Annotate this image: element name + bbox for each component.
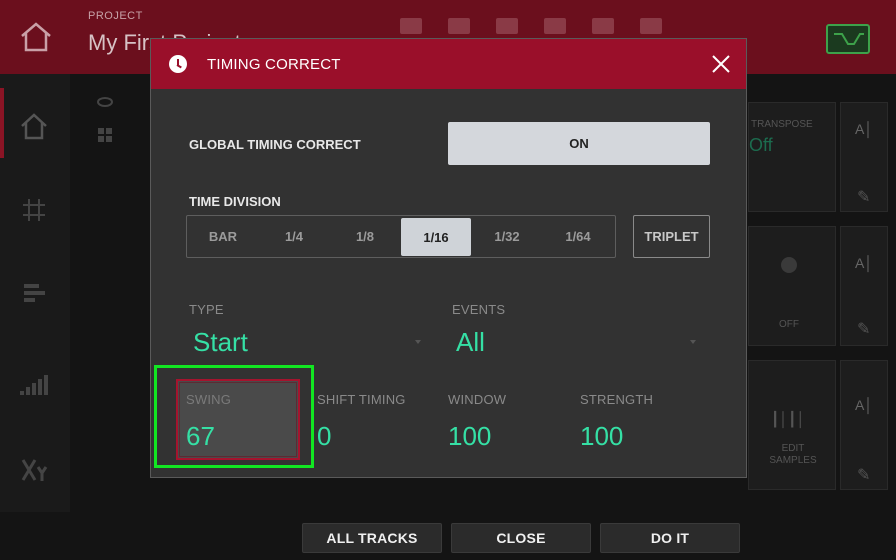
folder-icon[interactable] [400,18,422,34]
pencil-icon[interactable]: ✎ [857,465,870,485]
division-1-8[interactable]: 1/8 [330,216,400,257]
top-toolbar-icons [400,18,662,34]
nav-home-icon[interactable] [8,86,60,166]
transpose-value: Off [749,135,773,155]
shift-timing-label: SHIFT TIMING [317,392,406,407]
triplet-button[interactable]: TRIPLET [633,215,710,258]
toolbar-icon-3[interactable] [544,18,566,34]
text-edit-panel-3[interactable]: A│ ✎ [840,360,888,490]
monitor-icon[interactable] [826,24,870,54]
edit-samples-panel[interactable]: ┃│┃│ EDIT SAMPLES [748,360,836,490]
time-division-label: TIME DIVISION [189,194,281,209]
all-tracks-button[interactable]: ALL TRACKS [302,523,442,553]
off-label: OFF [779,319,799,330]
pencil-icon[interactable]: ✎ [857,187,870,207]
home-icon[interactable] [18,20,54,54]
edit-samples-label: EDIT SAMPLES [769,443,817,466]
global-timing-correct-label: GLOBAL TIMING CORRECT [189,137,361,152]
text-size-icon: A│ [855,397,874,413]
window-label: WINDOW [448,392,507,407]
view-toggle-icons [88,90,122,150]
strength-value[interactable]: 100 [580,421,623,452]
close-icon[interactable] [709,53,733,75]
toolbar-icon-1[interactable] [448,18,470,34]
dialog-header: TIMING CORRECT [151,39,746,89]
nav-accent-bar [0,88,4,158]
waveform-icon: ┃│┃│ [771,411,806,427]
pencil-icon[interactable]: ✎ [857,319,870,339]
nav-list-icon[interactable] [8,254,60,334]
close-button[interactable]: CLOSE [451,523,591,553]
type-label: TYPE [189,302,224,317]
division-1-64[interactable]: 1/64 [543,216,613,257]
off-panel[interactable]: OFF [748,226,836,346]
right-panel: TRANSPOSE Off A│ ✎ OFF A│ ✎ ┃│┃│ EDIT SA… [748,90,896,510]
toolbar-icon-2[interactable] [496,18,518,34]
type-value[interactable]: Start [193,327,248,358]
swing-highlight [154,365,314,468]
events-value[interactable]: All [456,327,485,358]
global-timing-correct-toggle[interactable]: ON [448,122,710,165]
shift-timing-value[interactable]: 0 [317,421,331,452]
text-size-icon: A│ [855,255,874,271]
dialog-title: TIMING CORRECT [207,56,341,73]
knob-icon[interactable] [781,257,797,273]
division-1-16[interactable]: 1/16 [401,218,471,256]
time-division-selector: BAR 1/4 1/8 1/16 1/32 1/64 [186,215,616,258]
strength-label: STRENGTH [580,392,654,407]
nav-grid-icon[interactable] [8,170,60,250]
events-label: EVENTS [452,302,506,317]
division-1-4[interactable]: 1/4 [259,216,329,257]
do-it-button[interactable]: DO IT [600,523,740,553]
events-dropdown-icon[interactable] [690,340,696,344]
division-bar[interactable]: BAR [188,216,258,257]
nav-bars-icon[interactable] [8,344,60,424]
nav-xy-icon[interactable] [8,430,60,510]
window-value[interactable]: 100 [448,421,491,452]
transpose-label: TRANSPOSE [751,119,813,130]
text-edit-panel-2[interactable]: A│ ✎ [840,226,888,346]
text-size-icon: A│ [855,121,874,137]
toolbar-icon-5[interactable] [640,18,662,34]
type-dropdown-icon[interactable] [415,340,421,344]
toolbar-icon-4[interactable] [592,18,614,34]
left-nav [0,74,70,560]
text-edit-panel-1[interactable]: A│ ✎ [840,102,888,212]
transpose-panel[interactable]: TRANSPOSE Off [748,102,836,212]
division-1-32[interactable]: 1/32 [472,216,542,257]
clock-icon [169,55,187,73]
bottom-bar [0,512,896,560]
project-subtitle: PROJECT [88,10,143,22]
